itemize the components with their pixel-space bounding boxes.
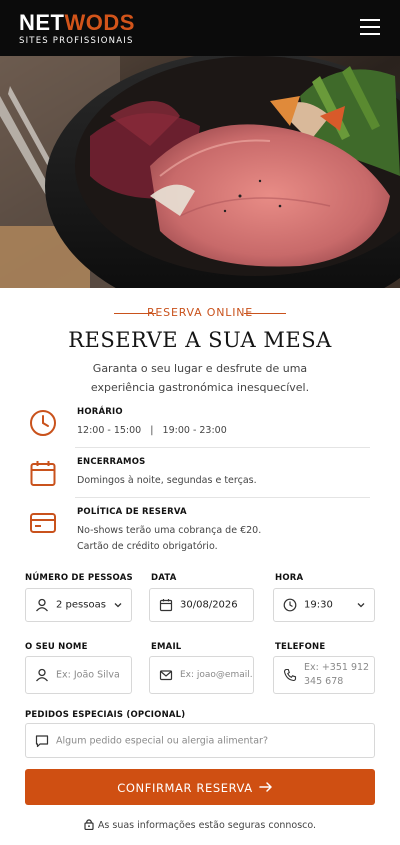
divider [75, 447, 370, 448]
info-policy-title: POLÍTICA DE RESERVA [77, 507, 187, 517]
secure-note: As suas informações estão seguras connos… [0, 818, 400, 831]
logo-tagline: SITES PROFISSIONAIS [19, 36, 134, 46]
phone-placeholder-line-1: Ex: +351 912 [304, 662, 370, 673]
logo[interactable]: NETWODS SITES PROFISSIONAIS [19, 10, 135, 47]
calendar-icon [159, 599, 173, 612]
phone-input[interactable]: Ex: +351 912 345 678 [273, 656, 375, 694]
confirm-reservation-label: CONFIRMAR RESERVA [117, 781, 253, 795]
secure-note-text: As suas informações estão seguras connos… [97, 820, 317, 831]
chat-icon [35, 734, 49, 747]
info-closed-text: Domingos à noite, segundas e terças. [77, 475, 257, 486]
info-policy-line-1: No-shows terão uma cobrança de €20. [77, 525, 262, 536]
requests-input[interactable]: Algum pedido especial ou alergia aliment… [25, 723, 375, 758]
email-label: EMAIL [151, 642, 182, 652]
user-icon [36, 598, 48, 612]
requests-placeholder: Algum pedido especial ou alergia aliment… [56, 735, 269, 746]
menu-icon[interactable] [360, 19, 380, 36]
logo-text-wods: WODS [64, 10, 135, 35]
lock-icon [84, 819, 94, 831]
name-placeholder: Ex: João Silva [56, 669, 120, 681]
phone-icon [283, 668, 297, 682]
info-hours: HORÁRIO 12:00 - 15:00 | 19:00 - 23:00 [25, 407, 375, 447]
name-label: O SEU NOME [25, 642, 88, 652]
people-label: NÚMERO DE PESSOAS [25, 573, 133, 583]
date-value: 30/08/2026 [180, 599, 238, 611]
calendar-icon [30, 461, 56, 486]
info-closed-title: ENCERRAMOS [77, 457, 146, 467]
email-input[interactable]: Ex: joao@email.com [149, 656, 254, 694]
logo-text-net: NET [19, 10, 65, 35]
people-select[interactable]: 2 pessoas [25, 588, 132, 622]
people-value: 2 pessoas [56, 599, 106, 611]
name-input[interactable]: Ex: João Silva [25, 656, 132, 694]
requests-label: PEDIDOS ESPECIAIS (OPCIONAL) [25, 710, 186, 720]
email-placeholder: Ex: joao@email.com [180, 670, 253, 680]
info-closed: ENCERRAMOS Domingos à noite, segundas e … [25, 457, 375, 497]
section-eyebrow: RESERVA ONLINE [146, 306, 254, 319]
divider [75, 497, 370, 498]
date-label: DATA [151, 573, 177, 583]
chevron-down-icon [114, 603, 122, 608]
info-hours-text: 12:00 - 15:00 | 19:00 - 23:00 [77, 425, 227, 436]
info-hours-title: HORÁRIO [77, 407, 123, 417]
user-icon [36, 668, 48, 682]
site-header: NETWODS SITES PROFISSIONAIS [0, 0, 400, 56]
info-policy-line-2: Cartão de crédito obrigatório. [77, 541, 218, 552]
chevron-down-icon [357, 603, 365, 608]
confirm-reservation-button[interactable]: CONFIRMAR RESERVA [25, 769, 375, 805]
section-title: RESERVE A SUA MESA [68, 328, 332, 352]
clock-icon [30, 410, 56, 436]
info-policy: POLÍTICA DE RESERVA No-shows terão uma c… [25, 507, 375, 557]
time-label: HORA [275, 573, 304, 583]
reservation-card: RESERVA ONLINE RESERVE A SUA MESA Garant… [0, 288, 400, 845]
time-value: 19:30 [304, 599, 333, 611]
phone-placeholder-line-2: 345 678 [304, 676, 344, 687]
arrow-right-icon [259, 782, 272, 792]
section-lead: Garanta o seu lugar e desfrute de uma ex… [90, 362, 310, 394]
time-select[interactable]: 19:30 [273, 588, 375, 622]
mail-icon [159, 670, 173, 681]
date-field[interactable]: 30/08/2026 [149, 588, 254, 622]
time-icon [283, 598, 297, 612]
hero-food-image [0, 56, 400, 288]
phone-label: TELEFONE [275, 642, 326, 652]
eyebrow-line-right [244, 313, 286, 314]
credit-card-icon [30, 513, 56, 533]
